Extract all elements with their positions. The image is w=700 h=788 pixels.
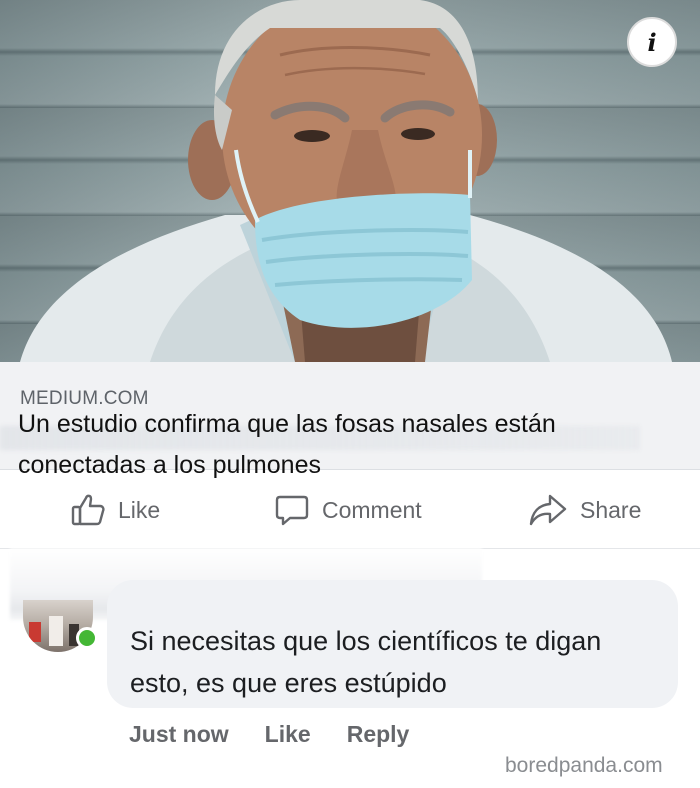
comment-timestamp: Just now xyxy=(129,720,229,747)
comment-label: Comment xyxy=(322,496,422,523)
share-arrow-icon xyxy=(529,494,567,526)
comment-text: Si necesitas que los científicos te diga… xyxy=(130,626,602,698)
info-icon[interactable]: i xyxy=(627,17,677,67)
online-status-dot xyxy=(76,627,98,649)
share-label: Share xyxy=(580,496,642,523)
watermark: boredpanda.com xyxy=(505,754,663,777)
comment-button[interactable]: Comment xyxy=(274,493,422,527)
comment-bubble[interactable]: Si necesitas que los científicos te diga… xyxy=(107,580,678,708)
share-button[interactable]: Share xyxy=(528,493,641,527)
man-with-mask-photo xyxy=(20,0,672,362)
comment-meta: Just now Like Reply xyxy=(129,718,445,750)
comment-reply-link[interactable]: Reply xyxy=(347,721,410,748)
thumbs-up-icon xyxy=(71,494,105,526)
post-action-bar: Like Comment Share xyxy=(0,471,700,549)
comment-like-link[interactable]: Like xyxy=(265,721,311,748)
link-preview-image[interactable]: i xyxy=(0,0,700,362)
like-button[interactable]: Like xyxy=(70,493,160,527)
like-label: Like xyxy=(118,496,161,523)
speech-bubble-icon xyxy=(275,495,309,526)
link-preview-caption[interactable]: MEDIUM.COM Un estudio confirma que las f… xyxy=(0,362,700,479)
